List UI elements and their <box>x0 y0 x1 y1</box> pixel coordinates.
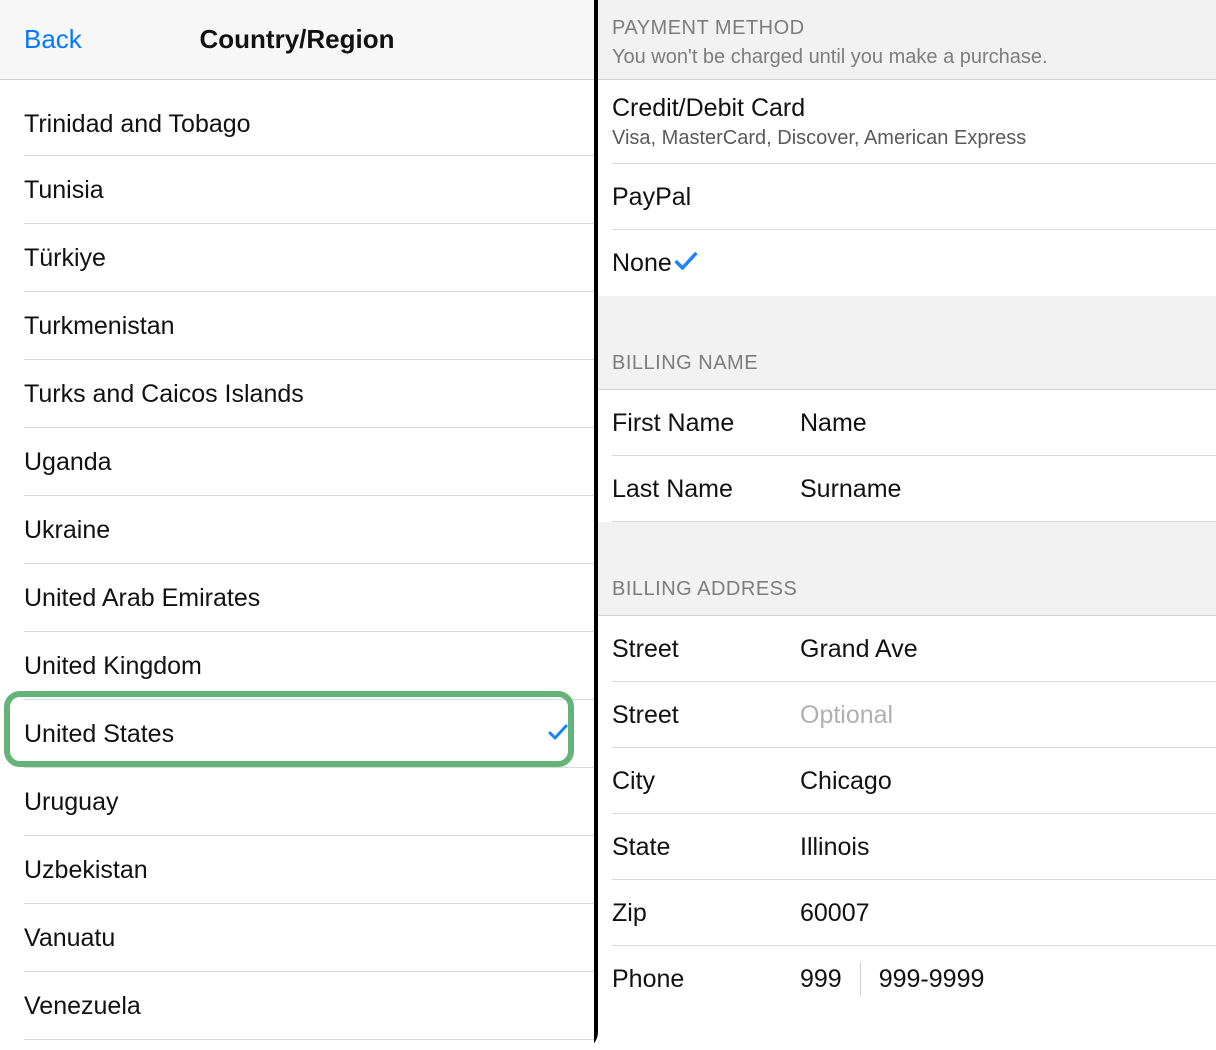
country-label: United Arab Emirates <box>24 584 260 613</box>
payment-method-title: PAYMENT METHOD <box>612 17 1202 40</box>
country-row[interactable]: Venezuela <box>0 972 594 1040</box>
payment-option-row[interactable]: None <box>598 230 1216 296</box>
country-label: Uganda <box>24 448 112 477</box>
country-label: Ukraine <box>24 516 110 545</box>
country-label: Vanuatu <box>24 924 115 953</box>
form-label: Last Name <box>612 475 800 504</box>
billing-name-group: First NameNameLast NameSurname <box>598 390 1216 522</box>
country-label: Venezuela <box>24 992 141 1021</box>
billing-address-header: BILLING ADDRESS <box>598 522 1216 616</box>
country-row[interactable]: United Arab Emirates <box>0 564 594 632</box>
form-value[interactable]: 60007 <box>800 899 1202 928</box>
country-row[interactable]: Uruguay <box>0 768 594 836</box>
country-label: Türkiye <box>24 244 106 273</box>
form-value[interactable]: Chicago <box>800 767 1202 796</box>
checkmark-icon <box>672 247 700 280</box>
left-header: Back Country/Region <box>0 0 594 80</box>
country-row[interactable]: Tunisia <box>0 156 594 224</box>
form-label: First Name <box>612 409 800 438</box>
country-region-panel: Back Country/Region Trinidad and TobagoT… <box>0 0 598 1050</box>
form-row[interactable]: StreetOptional <box>598 682 1216 748</box>
country-label: United States <box>24 720 174 749</box>
form-row[interactable]: CityChicago <box>598 748 1216 814</box>
form-label: Phone <box>612 965 800 994</box>
payment-billing-panel: PAYMENT METHOD You won't be charged unti… <box>598 0 1216 1050</box>
billing-name-title: BILLING NAME <box>612 352 1202 375</box>
payment-option-row[interactable]: PayPal <box>598 164 1216 230</box>
form-label: City <box>612 767 800 796</box>
phone-value[interactable]: 999 999-9999 <box>800 962 1202 996</box>
billing-address-title: BILLING ADDRESS <box>612 578 1202 601</box>
country-label: Trinidad and Tobago <box>24 110 251 139</box>
country-row[interactable]: United States <box>0 700 594 768</box>
back-button[interactable]: Back <box>24 24 82 55</box>
phone-area-code[interactable]: 999 <box>800 965 860 994</box>
phone-separator <box>860 962 861 996</box>
country-label: Uzbekistan <box>24 856 148 885</box>
form-label: Street <box>612 635 800 664</box>
payment-option-row[interactable]: Credit/Debit Card Visa, MasterCard, Disco… <box>598 80 1216 164</box>
form-value[interactable]: Optional <box>800 701 1202 730</box>
country-row[interactable]: Trinidad and Tobago <box>0 80 594 156</box>
checkmark-icon <box>546 720 570 749</box>
country-row[interactable]: Vanuatu <box>0 904 594 972</box>
form-label: Street <box>612 701 800 730</box>
payment-option-title: Credit/Debit Card <box>612 94 805 123</box>
payment-method-subtitle: You won't be charged until you make a pu… <box>612 46 1202 69</box>
billing-address-group: StreetGrand AveStreetOptionalCityChicago… <box>598 616 1216 1012</box>
form-label: State <box>612 833 800 862</box>
form-label: Zip <box>612 899 800 928</box>
form-value[interactable]: Grand Ave <box>800 635 1202 664</box>
payment-method-header: PAYMENT METHOD You won't be charged unti… <box>598 0 1216 80</box>
country-label: Turkmenistan <box>24 312 175 341</box>
form-value[interactable]: Surname <box>800 475 1202 504</box>
country-label: Turks and Caicos Islands <box>24 380 304 409</box>
payment-option-sub: Visa, MasterCard, Discover, American Exp… <box>612 127 1026 150</box>
country-list: Trinidad and Tobago Tunisia Türkiye Turkmen… <box>0 80 594 1050</box>
form-row[interactable]: Last NameSurname <box>598 456 1216 522</box>
country-row[interactable]: United Kingdom <box>0 632 594 700</box>
country-row[interactable]: Uzbekistan <box>0 836 594 904</box>
page-title: Country/Region <box>200 24 395 55</box>
form-row[interactable]: First NameName <box>598 390 1216 456</box>
payment-option-title: PayPal <box>612 183 691 212</box>
phone-number[interactable]: 999-9999 <box>879 965 985 994</box>
country-row[interactable]: Ukraine <box>0 496 594 564</box>
country-row[interactable]: Türkiye <box>0 224 594 292</box>
country-label: Tunisia <box>24 176 104 205</box>
country-label: United Kingdom <box>24 652 202 681</box>
payment-options-group: Credit/Debit Card Visa, MasterCard, Disco… <box>598 80 1216 296</box>
form-value[interactable]: Name <box>800 409 1202 438</box>
country-label: Uruguay <box>24 788 119 817</box>
payment-option-title: None <box>612 249 672 278</box>
form-value[interactable]: Illinois <box>800 833 1202 862</box>
country-row[interactable]: Turks and Caicos Islands <box>0 360 594 428</box>
form-row[interactable]: Zip60007 <box>598 880 1216 946</box>
form-row[interactable]: StreetGrand Ave <box>598 616 1216 682</box>
phone-row[interactable]: Phone999 999-9999 <box>598 946 1216 1012</box>
country-row[interactable]: Uganda <box>0 428 594 496</box>
form-row[interactable]: StateIllinois <box>598 814 1216 880</box>
country-row[interactable]: Turkmenistan <box>0 292 594 360</box>
billing-name-header: BILLING NAME <box>598 296 1216 390</box>
